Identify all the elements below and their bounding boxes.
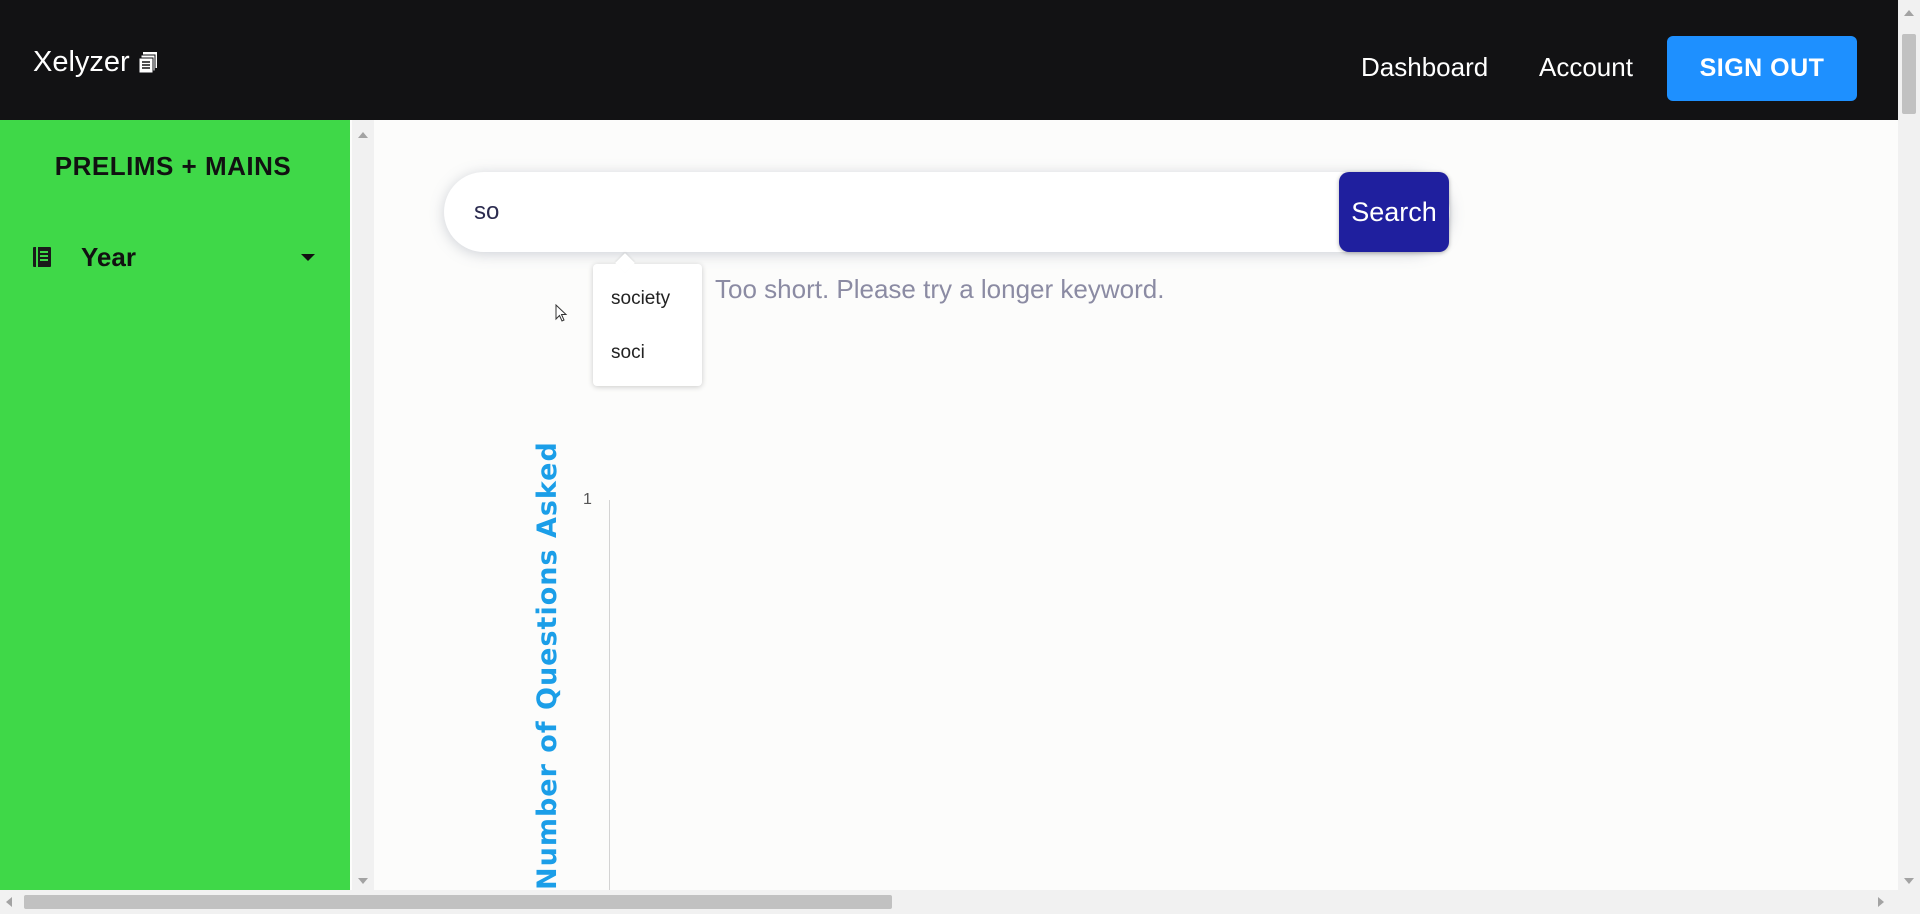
sidebar-item-label: Year bbox=[81, 241, 136, 272]
nav-account-link[interactable]: Account bbox=[1539, 52, 1633, 83]
brand-logo[interactable]: Xelyzer bbox=[33, 46, 158, 79]
scroll-down-arrow-icon[interactable] bbox=[358, 878, 368, 884]
scroll-right-arrow-icon[interactable] bbox=[1878, 897, 1884, 907]
y-axis-line bbox=[609, 500, 610, 892]
horizontal-scrollbar[interactable] bbox=[0, 890, 1920, 914]
scroll-down-arrow-icon[interactable] bbox=[1904, 878, 1914, 884]
sidebar-title: PRELIMS + MAINS bbox=[54, 151, 292, 181]
y-tick-label: 1 bbox=[583, 491, 592, 508]
search-bar: Search bbox=[444, 172, 1450, 252]
caret-down-icon[interactable] bbox=[301, 254, 315, 261]
search-button[interactable]: Search bbox=[1339, 172, 1449, 252]
book-icon bbox=[30, 245, 54, 269]
nav-dashboard-link[interactable]: Dashboard bbox=[1361, 52, 1488, 83]
y-axis-label: Number of Questions Asked bbox=[532, 441, 563, 890]
page-vertical-scrollbar[interactable] bbox=[1898, 0, 1920, 890]
document-stack-icon bbox=[138, 51, 158, 74]
search-input[interactable] bbox=[474, 190, 1314, 234]
sidebar-scrollbar[interactable] bbox=[352, 120, 374, 890]
brand-name: Xelyzer bbox=[33, 46, 130, 78]
autocomplete-dropdown: society soci bbox=[593, 264, 702, 386]
search-hint: Too short. Please try a longer keyword. bbox=[715, 274, 1165, 304]
suggestion-item[interactable]: soci bbox=[611, 342, 645, 364]
mouse-cursor-icon bbox=[555, 304, 568, 322]
scroll-up-arrow-icon[interactable] bbox=[1904, 10, 1914, 16]
sign-out-button[interactable]: SIGN OUT bbox=[1667, 36, 1857, 101]
scrollbar-thumb[interactable] bbox=[24, 895, 892, 909]
scroll-left-arrow-icon[interactable] bbox=[6, 897, 12, 907]
top-navbar: Xelyzer Dashboard Account SIGN OUT bbox=[0, 0, 1898, 120]
sidebar-item-year[interactable]: Year bbox=[30, 242, 315, 272]
scroll-up-arrow-icon[interactable] bbox=[358, 132, 368, 138]
suggestion-item[interactable]: society bbox=[611, 288, 670, 310]
scrollbar-thumb[interactable] bbox=[1902, 34, 1916, 114]
sidebar: PRELIMS + MAINS Year bbox=[0, 120, 350, 890]
